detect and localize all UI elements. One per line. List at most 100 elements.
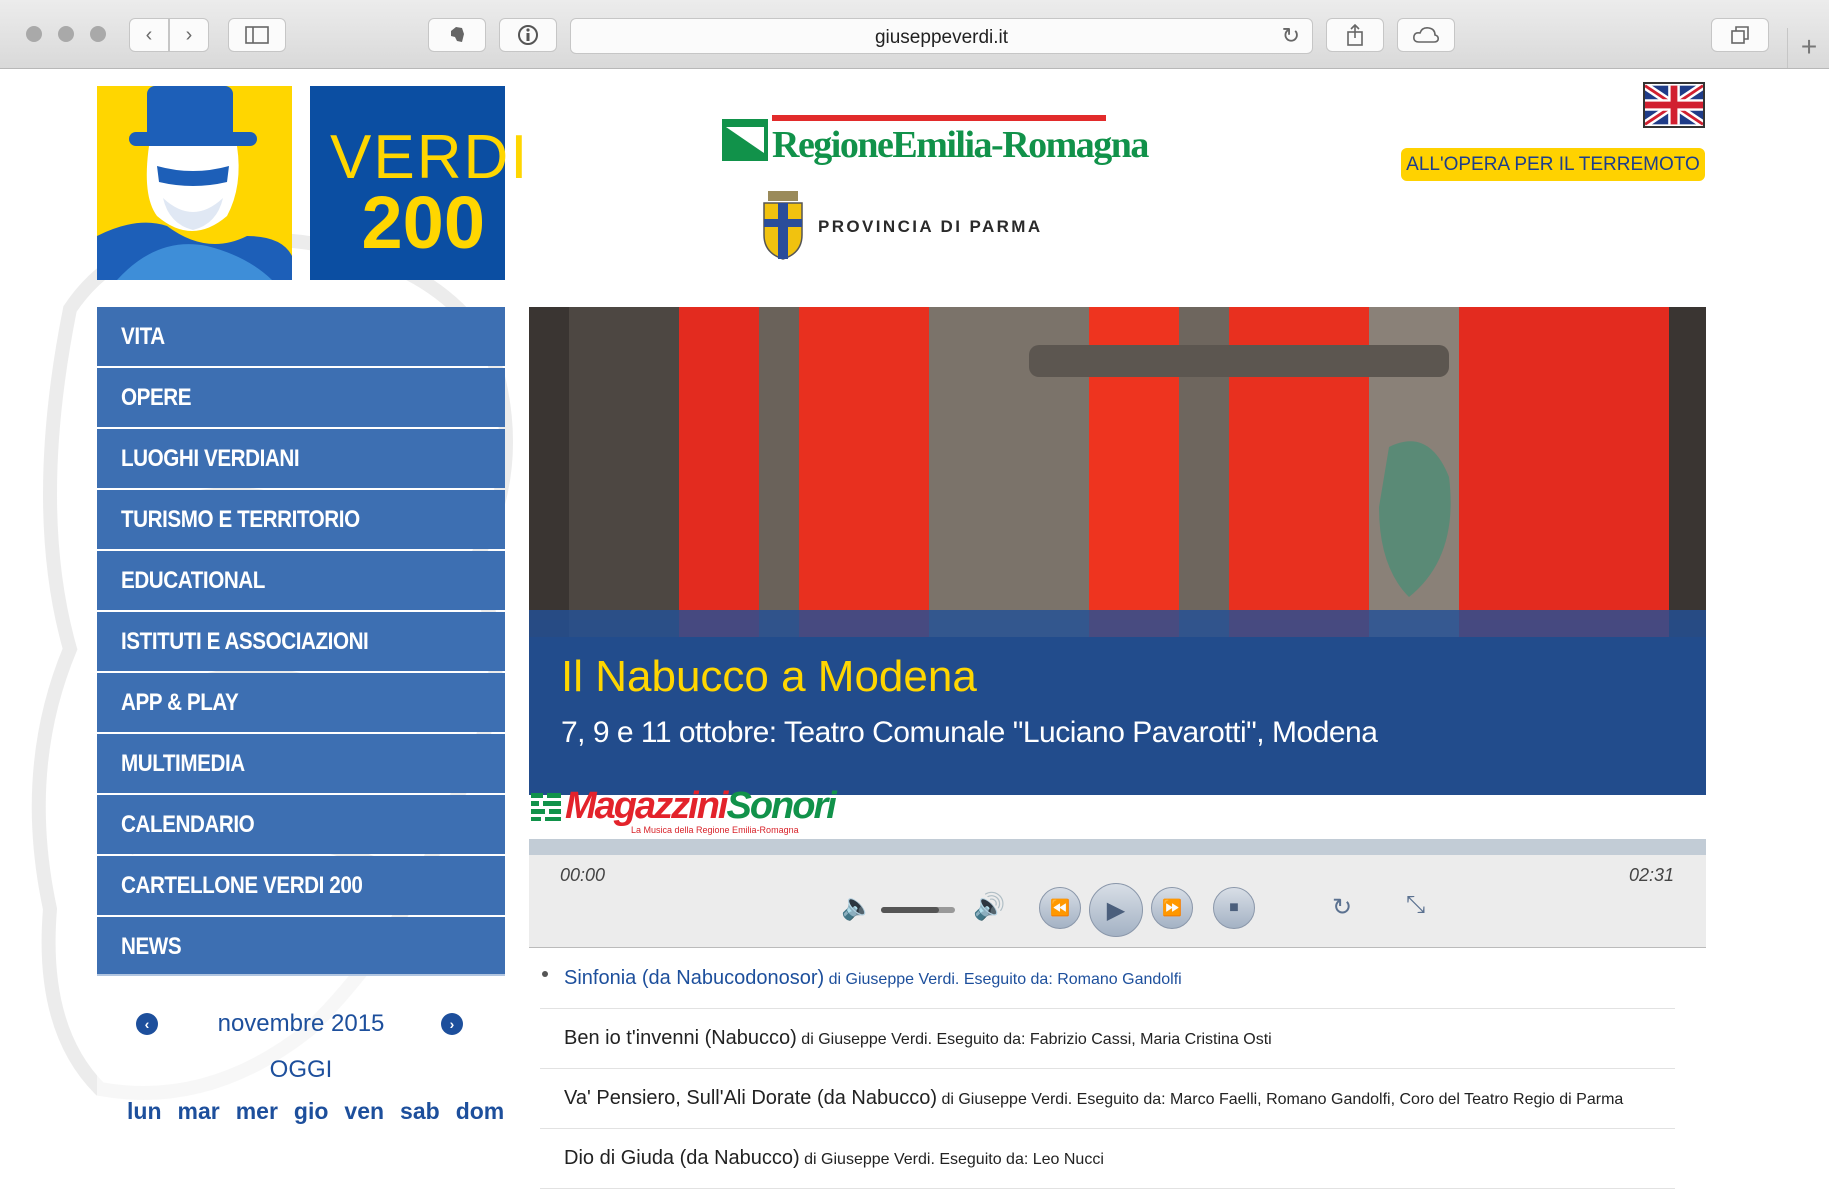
verdi-portrait-logo[interactable] bbox=[97, 86, 292, 280]
menu-item-luoghi-verdiani[interactable]: LUOGHI VERDIANI bbox=[97, 429, 505, 488]
calendar-widget: ‹ novembre 2015 › OGGI lun mar mer gio v… bbox=[97, 974, 505, 1184]
fast-forward-button[interactable]: ⏩ bbox=[1151, 887, 1193, 929]
share-icon bbox=[1347, 24, 1363, 46]
tab-overview-button[interactable] bbox=[1711, 18, 1769, 52]
menu-item-istituti[interactable]: ISTITUTI E ASSOCIAZIONI bbox=[97, 612, 505, 671]
info-extension-button[interactable] bbox=[499, 18, 557, 52]
calendar-month: novembre 2015 bbox=[217, 1010, 385, 1037]
zoom-window-button[interactable] bbox=[90, 26, 106, 42]
icloud-tabs-button[interactable] bbox=[1397, 18, 1455, 52]
menu-item-opere[interactable]: OPERE bbox=[97, 368, 505, 427]
chevron-right-icon: › bbox=[449, 1016, 455, 1032]
menu-item-label: EDUCATIONAL bbox=[121, 566, 265, 594]
volume-max-icon[interactable]: 🔊 bbox=[973, 891, 1005, 922]
playlist: Sinfonia (da Nabucodonosor) di Giuseppe … bbox=[540, 949, 1675, 1189]
provincia-di-parma-logo[interactable]: PROVINCIA DI PARMA bbox=[760, 189, 1040, 260]
weekday-header: lun mar mer gio ven sab dom bbox=[127, 1098, 504, 1125]
reload-icon[interactable]: ↻ bbox=[1282, 23, 1300, 49]
playlist-item[interactable]: Dio di Giuda (da Nabucco) di Giuseppe Ve… bbox=[540, 1129, 1675, 1189]
forward-button[interactable]: › bbox=[169, 18, 209, 52]
playlist-item[interactable]: Sinfonia (da Nabucodonosor) di Giuseppe … bbox=[540, 949, 1675, 1009]
logo-200-text: 200 bbox=[361, 181, 485, 264]
rewind-button[interactable]: ⏪ bbox=[1039, 887, 1081, 929]
parma-coat-of-arms-icon bbox=[763, 191, 803, 260]
menu-item-calendario[interactable]: CALENDARIO bbox=[97, 795, 505, 854]
chevron-left-icon: ‹ bbox=[145, 23, 153, 46]
next-month-button[interactable]: › bbox=[441, 1013, 463, 1035]
play-icon: ▶ bbox=[1106, 896, 1126, 924]
province-name: PROVINCIA DI PARMA bbox=[818, 217, 1043, 236]
weekday-label: sab bbox=[400, 1098, 440, 1124]
track-title: Ben io t'invenni (Nabucco) bbox=[564, 1027, 797, 1049]
weekday-label: dom bbox=[455, 1098, 505, 1124]
info-icon bbox=[518, 25, 538, 45]
progress-bar[interactable] bbox=[529, 839, 1706, 855]
fullscreen-icon[interactable]: ⤡ bbox=[1406, 891, 1425, 919]
menu-item-label: CALENDARIO bbox=[121, 810, 255, 838]
sidebar-icon bbox=[245, 26, 269, 44]
track-title: Va' Pensiero, Sull'Ali Dorate (da Nabucc… bbox=[564, 1087, 937, 1109]
menu-item-label: MULTIMEDIA bbox=[121, 749, 245, 777]
track-title: Sinfonia (da Nabucodonosor) bbox=[564, 967, 825, 989]
new-tab-button[interactable]: + bbox=[1787, 28, 1829, 68]
today-button[interactable]: OGGI bbox=[97, 1056, 505, 1084]
menu-item-vita[interactable]: VITA bbox=[97, 307, 505, 366]
region-red-bar bbox=[772, 115, 1106, 121]
browser-toolbar: ‹ › giuseppeverdi.it ↻ + bbox=[0, 0, 1829, 69]
repeat-icon[interactable]: ↻ bbox=[1332, 893, 1352, 922]
bullet-icon bbox=[542, 971, 548, 977]
evernote-extension-button[interactable] bbox=[428, 18, 486, 52]
sonori-text: Sonori bbox=[726, 785, 836, 827]
chevron-right-icon: › bbox=[185, 23, 193, 46]
elephant-icon bbox=[451, 27, 464, 42]
mute-icon[interactable]: 🔈 bbox=[841, 891, 873, 922]
verdi-portrait-image bbox=[97, 86, 292, 280]
menu-item-label: CARTELLONE VERDI 200 bbox=[121, 871, 363, 899]
audio-player: 00:00 02:31 🔈 🔊 ⏪ ▶ ⏩ ■ ↻ ⤡ bbox=[529, 839, 1706, 948]
duration: 02:31 bbox=[1628, 865, 1674, 885]
weekday-label: gio bbox=[293, 1098, 329, 1124]
weekday-label: mer bbox=[235, 1098, 278, 1124]
playlist-item[interactable]: Ben io t'invenni (Nabucco) di Giuseppe V… bbox=[540, 1009, 1675, 1069]
stripes-icon bbox=[531, 793, 561, 821]
verdi-200-logo[interactable]: VERDI 200 bbox=[310, 86, 527, 280]
menu-item-label: NEWS bbox=[121, 932, 182, 960]
regione-emilia-romagna-logo[interactable]: RegioneEmilia-Romagna bbox=[722, 115, 1149, 169]
menu-item-label: LUOGHI VERDIANI bbox=[121, 444, 300, 472]
url-text: giuseppeverdi.it bbox=[874, 27, 1009, 48]
playlist-item[interactable]: Va' Pensiero, Sull'Ali Dorate (da Nabucc… bbox=[540, 1069, 1675, 1129]
share-button[interactable] bbox=[1326, 18, 1384, 52]
menu-item-label: ISTITUTI E ASSOCIAZIONI bbox=[121, 627, 369, 655]
track-title: Dio di Giuda (da Nabucco) bbox=[564, 1147, 800, 1169]
rewind-icon: ⏪ bbox=[1050, 900, 1070, 917]
magazzini-tagline: La Musica della Regione Emilia-Romagna bbox=[631, 825, 799, 835]
track-meta: di Giuseppe Verdi. Eseguito da: Fabrizio… bbox=[801, 1031, 1272, 1048]
menu-item-app-play[interactable]: APP & PLAY bbox=[97, 673, 505, 732]
menu-item-turismo[interactable]: TURISMO E TERRITORIO bbox=[97, 490, 505, 549]
main-menu: VITA OPERE LUOGHI VERDIANI TURISMO E TER… bbox=[97, 307, 505, 978]
close-window-button[interactable] bbox=[26, 26, 42, 42]
weekday-label: lun bbox=[127, 1098, 162, 1124]
back-button[interactable]: ‹ bbox=[129, 18, 169, 52]
tabs-icon bbox=[1731, 26, 1749, 44]
volume-slider[interactable] bbox=[881, 907, 955, 913]
menu-item-cartellone[interactable]: CARTELLONE VERDI 200 bbox=[97, 856, 505, 915]
region-flag-icon bbox=[722, 119, 768, 161]
menu-item-news[interactable]: NEWS bbox=[97, 917, 505, 976]
hero-slide[interactable]: Il Nabucco a Modena 7, 9 e 11 ottobre: T… bbox=[529, 307, 1706, 795]
hero-subtitle: 7, 9 e 11 ottobre: Teatro Comunale "Luci… bbox=[561, 716, 1378, 749]
minimize-window-button[interactable] bbox=[58, 26, 74, 42]
earthquake-opera-button[interactable]: ALL'OPERA PER IL TERREMOTO bbox=[1401, 148, 1705, 181]
menu-item-label: VITA bbox=[121, 322, 165, 350]
english-language-button[interactable] bbox=[1642, 82, 1706, 128]
menu-item-multimedia[interactable]: MULTIMEDIA bbox=[97, 734, 505, 793]
address-bar[interactable]: giuseppeverdi.it ↻ bbox=[570, 18, 1313, 54]
sidebar-toggle-button[interactable] bbox=[228, 18, 286, 52]
menu-item-educational[interactable]: EDUCATIONAL bbox=[97, 551, 505, 610]
stop-button[interactable]: ■ bbox=[1213, 887, 1255, 929]
hero-title[interactable]: Il Nabucco a Modena bbox=[561, 652, 977, 702]
magazzini-text: Magazzini bbox=[565, 785, 728, 827]
menu-item-label: TURISMO E TERRITORIO bbox=[121, 505, 360, 533]
play-button[interactable]: ▶ bbox=[1089, 883, 1143, 937]
previous-month-button[interactable]: ‹ bbox=[136, 1013, 158, 1035]
